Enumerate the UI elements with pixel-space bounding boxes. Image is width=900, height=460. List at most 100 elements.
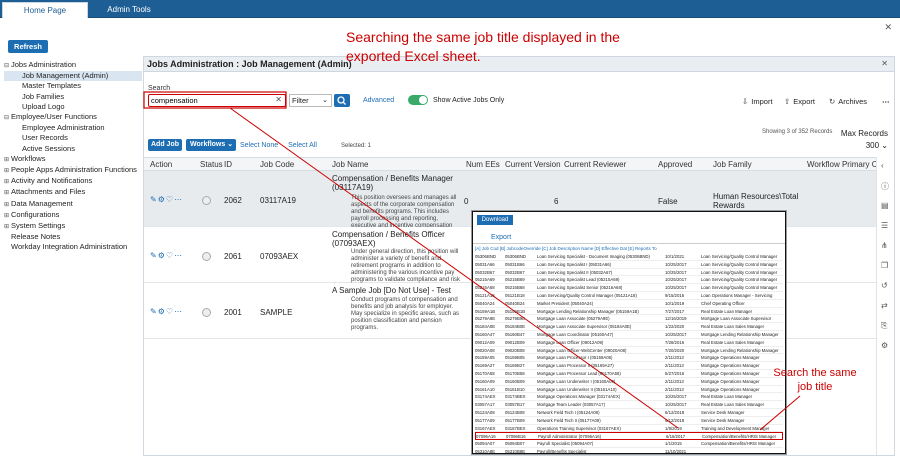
tree-item[interactable]: ⊞ Activity and Notifications	[4, 176, 142, 187]
col-current-reviewer[interactable]: Current Reviewer	[564, 160, 626, 169]
list-icon[interactable]: ☰	[881, 221, 888, 230]
col-status[interactable]: Status	[200, 160, 223, 169]
tree-item[interactable]: Master Templates	[4, 81, 142, 91]
sheet-cell: 05160B09	[505, 378, 525, 384]
grid-header: Action Status ID Job Code Job Name Num E…	[144, 157, 894, 171]
status-radio[interactable]	[202, 308, 211, 317]
active-jobs-toggle[interactable]	[408, 95, 428, 105]
tree-item[interactable]: Upload Logo	[4, 102, 142, 112]
history-icon[interactable]: ↺	[881, 281, 888, 290]
sheet-row: 05159A1B 05159B1B Mortgage Lending Relatio…	[475, 308, 783, 316]
sheet-cell: 2/11/2013	[665, 386, 684, 392]
expand-icon[interactable]: ⊞	[4, 211, 11, 221]
select-none-link[interactable]: Select None	[240, 142, 278, 149]
export-button[interactable]: ⇧ Export	[784, 97, 815, 106]
expand-icon[interactable]: ⊞	[4, 222, 11, 232]
sheet-row: 05160A09 05160B09 Mortgage Loan Underwrite…	[475, 378, 783, 386]
row-action-icons[interactable]: ✎⚙♡⋯	[150, 251, 183, 260]
sheet-row: 05306BND 05306BND Loan Servicing Specialis…	[475, 253, 783, 261]
more-options-icon[interactable]: ⋯	[882, 97, 890, 106]
row-action-icons[interactable]: ✎⚙♡⋯	[150, 195, 183, 204]
sheet-cell: 05159A1B	[475, 308, 496, 314]
collapse-icon[interactable]: ⊟	[4, 61, 11, 71]
tree-item[interactable]: Employee Administration	[4, 123, 142, 133]
job-description: Under general direction, this position w…	[351, 249, 461, 283]
tree-item[interactable]: ⊞ System Settings	[4, 221, 142, 232]
job-name[interactable]: A Sample Job [Do Not Use] - Test	[332, 286, 462, 295]
sheet-cell: Real Estate Loan Sales Manager	[701, 339, 765, 345]
job-name[interactable]: Compensation / Benefits Manager (03117A1…	[332, 174, 462, 192]
col-workflow[interactable]: Workflow Primary Co	[807, 160, 882, 169]
row-action-icons[interactable]: ✎⚙♡⋯	[150, 307, 183, 316]
sheet-cell: Loan Servicing Specialist - Document Ima…	[537, 254, 650, 259]
document-icon[interactable]: ▤	[881, 201, 889, 210]
tree-item-label: Data Management	[11, 198, 73, 208]
search-input[interactable]	[149, 95, 267, 106]
tab-home-page[interactable]: Home Page	[2, 2, 88, 18]
max-records-value[interactable]: 300 ⌄	[841, 140, 888, 152]
col-id[interactable]: ID	[224, 160, 232, 169]
tree-item[interactable]: Workday Integration Administration	[4, 242, 142, 252]
tree-item[interactable]: ⊟ Jobs Administration	[4, 60, 142, 71]
download-button[interactable]: Download	[477, 215, 513, 225]
tree-item[interactable]: ⊞ People Apps Administration Functions	[4, 165, 142, 176]
status-radio[interactable]	[202, 196, 211, 205]
panel-close-icon[interactable]: ✕	[881, 59, 888, 68]
clear-search-icon[interactable]: ✕	[275, 95, 282, 104]
expand-icon[interactable]: ⊞	[4, 155, 11, 165]
import-button[interactable]: ⇩ Import	[742, 97, 773, 106]
compare-icon[interactable]: ⇄	[881, 301, 888, 310]
col-action[interactable]: Action	[150, 160, 172, 169]
col-num-ees[interactable]: Num EEs	[466, 160, 500, 169]
tree-item[interactable]: ⊞ Attachments and Files	[4, 187, 142, 198]
tree-item-label: Job Families	[22, 91, 65, 101]
tree-item[interactable]: ⊞ Workflows	[4, 154, 142, 165]
tree-item[interactable]: Active Sessions	[4, 144, 142, 154]
search-button[interactable]	[334, 94, 350, 107]
sheet-cell: 05160A47	[475, 332, 495, 337]
sheet-cell: 05215B69	[505, 277, 525, 283]
select-all-link[interactable]: Select All	[288, 142, 317, 149]
tree-item[interactable]: ⊞ Data Management	[4, 199, 142, 210]
col-job-name[interactable]: Job Name	[332, 160, 368, 169]
sheet-cell: Loan Servicing/Quality Control Manager	[701, 277, 778, 283]
sheet-cell: 05177B09	[505, 417, 525, 423]
archives-button[interactable]: ↻ Archives	[829, 97, 867, 106]
tree-item[interactable]: Job Management (Admin)	[4, 71, 142, 82]
advanced-link[interactable]: Advanced	[363, 97, 394, 104]
sheet-cell: 05032B67	[505, 269, 525, 275]
status-radio[interactable]	[202, 252, 211, 261]
tree-item[interactable]: User Records	[4, 133, 142, 143]
expand-icon[interactable]: ⊞	[4, 166, 11, 176]
tree-item[interactable]: Job Families	[4, 92, 142, 102]
workflows-button[interactable]: Workflows ⌄	[186, 139, 236, 151]
col-approved[interactable]: Approved	[658, 160, 692, 169]
sheet-cell: 05160A09	[475, 378, 495, 384]
tree-item[interactable]: ⊞ Configurations	[4, 210, 142, 221]
col-job-code[interactable]: Job Code	[260, 160, 294, 169]
expand-icon[interactable]: ⊞	[4, 200, 11, 210]
collapse-icon[interactable]: ‹	[881, 161, 884, 170]
tree-item-label: Attachments and Files	[11, 187, 86, 197]
add-job-button[interactable]: Add Job	[148, 139, 182, 151]
export-file-icon[interactable]: ⎘	[881, 321, 887, 331]
col-current-version[interactable]: Current Version	[505, 160, 561, 169]
max-records[interactable]: Max Records 300 ⌄	[841, 128, 888, 152]
tab-admin-tools[interactable]: Admin Tools	[90, 2, 168, 18]
filter-select[interactable]: Filter ⌄	[289, 94, 332, 107]
tree-item[interactable]: ⊟ Employee/User Functions	[4, 112, 142, 123]
search-field[interactable]: ✕	[148, 94, 286, 107]
expand-icon[interactable]: ⊞	[4, 188, 11, 198]
copy-icon[interactable]: ❐	[881, 261, 888, 270]
hierarchy-icon[interactable]: ⋔	[881, 241, 888, 250]
export-sheet-tab[interactable]: Export	[491, 234, 511, 241]
tree-item[interactable]: Release Notes	[4, 232, 142, 242]
refresh-button[interactable]: Refresh	[8, 40, 48, 53]
collapse-icon[interactable]: ⊟	[4, 113, 11, 123]
expand-icon[interactable]: ⊞	[4, 177, 11, 187]
settings-panel-icon[interactable]: ⚙	[881, 341, 888, 350]
col-job-family[interactable]: Job Family	[713, 160, 752, 169]
info-icon[interactable]: ⓘ	[881, 181, 889, 192]
close-icon[interactable]: ✕	[884, 22, 892, 33]
job-name[interactable]: Compensation / Benefits Officer (07093AE…	[332, 230, 462, 248]
